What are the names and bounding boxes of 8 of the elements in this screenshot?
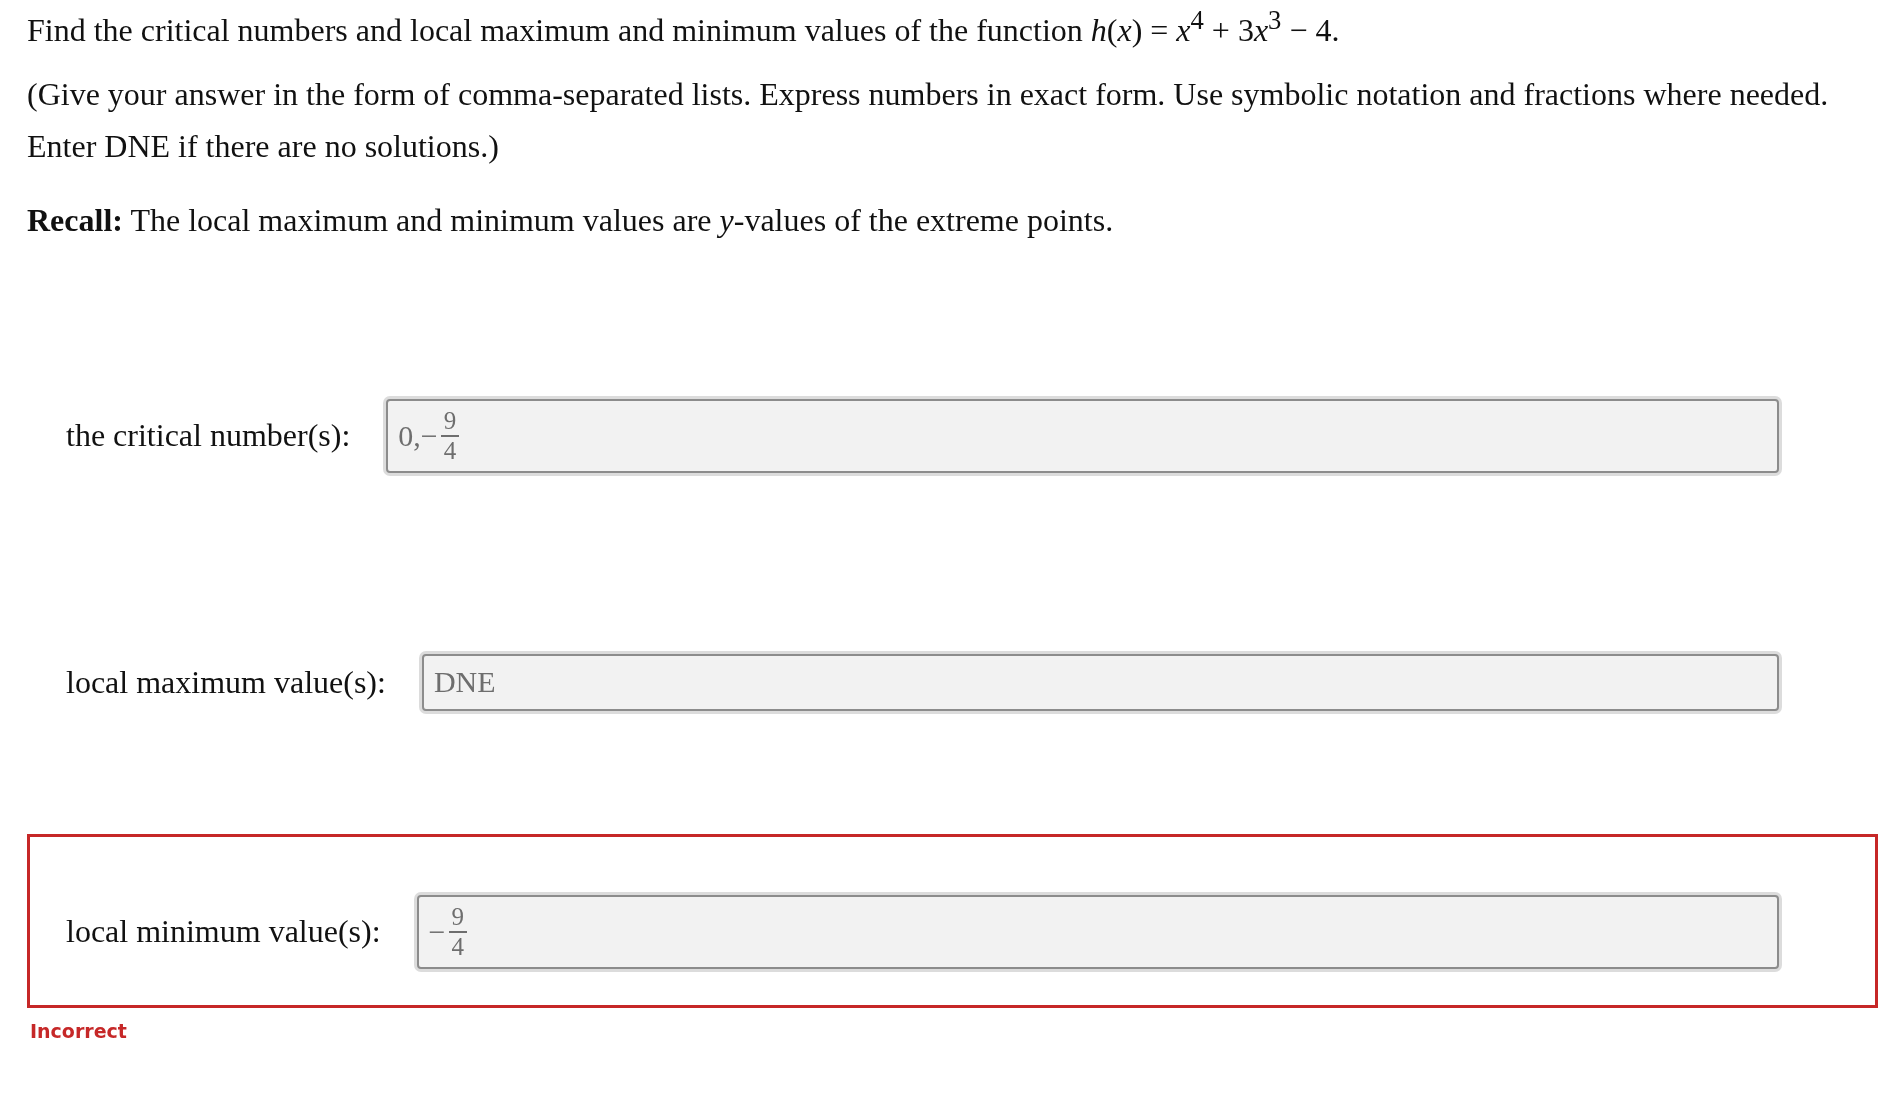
answer-label: local minimum value(s): <box>66 913 381 951</box>
recall-text: Recall: The local maximum and minimum values are y-values of the extreme points. <box>27 200 1115 240</box>
instructions-text: (Give your answer in the form of comma-separated lists. Express numbers in exact form. Use symbolic notation and fractions where needed. Enter DNE if there are no solutions.) <box>27 74 1830 166</box>
question-prompt: Find the critical numbers and local maximum and minimum values of the function h(x) = x$^{4}$ + 3x$^{3}$ − 4. <box>27 4 1341 50</box>
answer-label: the critical number(s): <box>66 417 351 455</box>
feedback-message: Incorrect <box>29 1019 128 1042</box>
answer-label: local maximum value(s): <box>66 663 386 701</box>
answer-field[interactable]: DNE <box>421 653 1779 711</box>
